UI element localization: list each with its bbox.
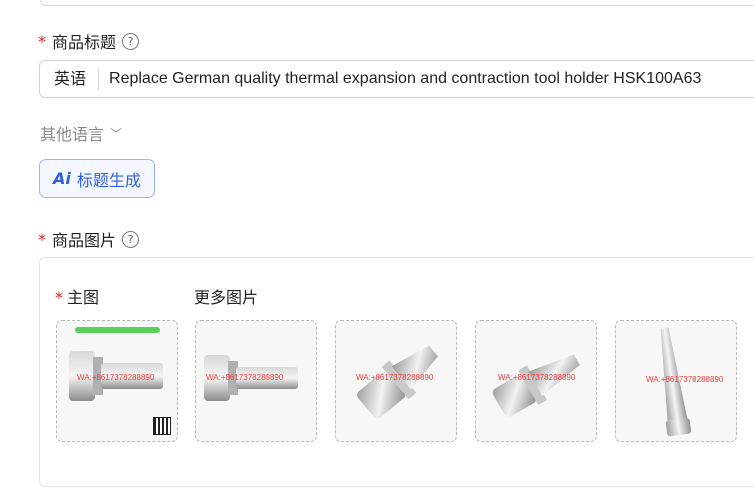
ai-button-label: 标题生成 <box>76 170 141 190</box>
watermark: WA:+8617378288890 <box>206 373 284 382</box>
required-star: * <box>38 229 46 249</box>
chevron-down-icon: ﹀ <box>110 126 123 141</box>
previous-field-frame <box>40 0 754 6</box>
ai-icon: Ai <box>53 169 71 188</box>
help-icon[interactable]: ? <box>122 32 140 50</box>
more-image-thumb[interactable]: WA:+8617378288890 <box>335 320 457 442</box>
help-icon[interactable]: ? <box>122 230 140 248</box>
images-label: 商品图片 <box>52 231 117 250</box>
images-label-row: * 商品图片 ? <box>38 227 140 251</box>
title-label-row: * 商品标题 ? <box>38 29 140 53</box>
watermark: WA:+8617378288890 <box>646 375 724 384</box>
ai-title-generate-button[interactable]: Ai 标题生成 <box>39 159 155 198</box>
more-image-thumb[interactable]: WA:+8617378288890 <box>195 320 317 442</box>
title-input[interactable]: 英语 Replace German quality thermal expans… <box>39 60 754 98</box>
more-images-label: 更多图片 <box>194 288 259 307</box>
required-star: * <box>55 288 63 307</box>
qr-code-icon <box>153 417 171 435</box>
more-image-thumb[interactable]: WA:+8617378288890 <box>475 320 597 442</box>
watermark: WA:+8617378288890 <box>498 373 576 382</box>
title-label: 商品标题 <box>52 33 117 52</box>
watermark: WA:+8617378288890 <box>77 373 155 382</box>
other-languages-label: 其他语言 <box>40 125 105 144</box>
language-prefix: 英语 <box>40 68 100 90</box>
other-languages-toggle[interactable]: 其他语言 ﹀ <box>40 121 122 145</box>
more-image-thumb[interactable]: WA:+8617378288890 <box>615 320 737 442</box>
title-value[interactable]: Replace German quality thermal expansion… <box>99 70 701 88</box>
main-image-thumb[interactable]: WA:+8617378288890 <box>56 320 178 442</box>
required-star: * <box>38 31 46 51</box>
main-image-label: * 主图 <box>55 288 100 307</box>
watermark: WA:+8617378288890 <box>356 373 434 382</box>
